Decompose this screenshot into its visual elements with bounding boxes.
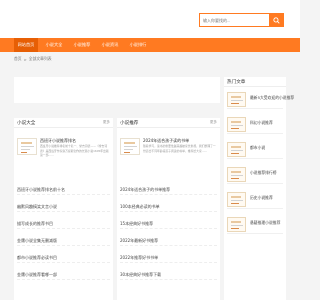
search-icon [272, 16, 280, 24]
featured-desc: 随着学习，读书的重要性越来越被家长重视，我们整理了一份适合不同年龄段孩子阅读的书… [143, 144, 216, 153]
list-item[interactable]: 金庸小说推荐看哪一部 [17, 269, 110, 280]
sidebar-article[interactable]: 最新5大受欢迎的小说推荐 [227, 90, 294, 109]
list-item[interactable]: 金庸小说全集无删减版 [17, 235, 110, 246]
nav-news[interactable]: 小说资讯 [98, 38, 122, 52]
article-title[interactable]: 最新5大受欢迎的小说推荐 [250, 95, 294, 101]
more-link[interactable]: 更多 [103, 120, 110, 125]
article-title[interactable]: 悬疑推理小说推荐 [250, 220, 280, 226]
divider [117, 127, 220, 128]
nav-home[interactable]: 网站首页 [14, 38, 38, 52]
sidebar-article[interactable]: 都市小说 [227, 140, 283, 159]
search-box [199, 13, 284, 27]
article-title[interactable]: 科幻小说推荐 [250, 120, 273, 126]
article-thumbnail [227, 217, 246, 232]
nav-ranking[interactable]: 小说排行 [126, 38, 150, 52]
list-item[interactable]: 2022年推荐好书书单 [120, 252, 217, 263]
novels-panel: 小说大全 更多 西班牙小说推荐排名 西班牙小说推荐排名前十名一、堂吉诃德——《堂… [14, 118, 113, 300]
article-title[interactable]: 都市小说 [250, 145, 265, 151]
more-link[interactable]: 更多 [210, 120, 217, 125]
list-item[interactable]: 2022年最新好书推荐 [120, 235, 217, 246]
panel-title: 小说大全 [17, 121, 36, 126]
list-item[interactable]: 30本经典好书推荐下载 [120, 269, 217, 280]
main-nav: 网站首页 小说大全 小说推荐 小说资讯 小说排行 [0, 38, 300, 52]
featured-thumbnail[interactable] [17, 138, 37, 155]
breadcrumb: 首页 > 全部文章列表 [14, 56, 52, 62]
article-thumbnail [227, 117, 246, 132]
breadcrumb-home[interactable]: 首页 [14, 56, 22, 62]
recommend-panel: 小说推荐 更多 2024年适合孩子读的书单 随着学习，读书的重要性越来越被家长重… [117, 118, 220, 300]
article-thumbnail [227, 167, 246, 182]
article-title[interactable]: 小说推荐排行榜 [250, 170, 277, 176]
panel-title: 小说推荐 [120, 121, 139, 126]
sidebar-article[interactable]: 科幻小说推荐 [227, 115, 283, 134]
divider [224, 86, 286, 87]
list-item[interactable]: 都市小说推荐必读书目 [17, 252, 110, 263]
banner-area [14, 77, 220, 103]
sidebar-article[interactable]: 悬疑推理小说推荐 [227, 215, 283, 234]
featured-thumbnail[interactable] [120, 138, 140, 155]
article-thumbnail [227, 192, 246, 207]
article-thumbnail [227, 142, 246, 157]
nav-recommend[interactable]: 小说推荐 [70, 38, 94, 52]
list-item[interactable]: 2024年适合孩子的书单推荐 [120, 184, 217, 195]
search-button[interactable] [269, 14, 283, 26]
list-item[interactable]: 西班牙小说推荐排名前十名 [17, 184, 110, 195]
breadcrumb-current: 全部文章列表 [28, 56, 52, 61]
divider [14, 127, 113, 128]
featured-desc: 西班牙小说推荐排名前十名一、堂吉诃德——《堂吉诃德》是西班牙作家塞万提斯创作的长… [40, 144, 109, 158]
list-item[interactable]: 描写成长的推荐书目 [17, 218, 110, 229]
sidebar-article[interactable]: 小说推荐排行榜 [227, 165, 283, 184]
list-item[interactable]: 幽默风趣搞笑文言小说 [17, 201, 110, 212]
article-thumbnail [227, 92, 246, 107]
sidebar-title: 热门文章 [227, 80, 246, 85]
article-title[interactable]: 历史小说推荐 [250, 195, 273, 201]
list-item[interactable]: 100本经典必读的书单 [120, 201, 217, 212]
top-header [0, 0, 300, 38]
breadcrumb-separator: > [23, 56, 27, 62]
search-input[interactable] [203, 16, 265, 25]
nav-novels[interactable]: 小说大全 [42, 38, 66, 52]
list-item[interactable]: 15本经典好书推荐 [120, 218, 217, 229]
sidebar-article[interactable]: 历史小说推荐 [227, 190, 283, 209]
hot-articles-sidebar: 热门文章 最新5大受欢迎的小说推荐 科幻小说推荐 都市小说 小说推荐排行榜 历史… [224, 77, 294, 300]
